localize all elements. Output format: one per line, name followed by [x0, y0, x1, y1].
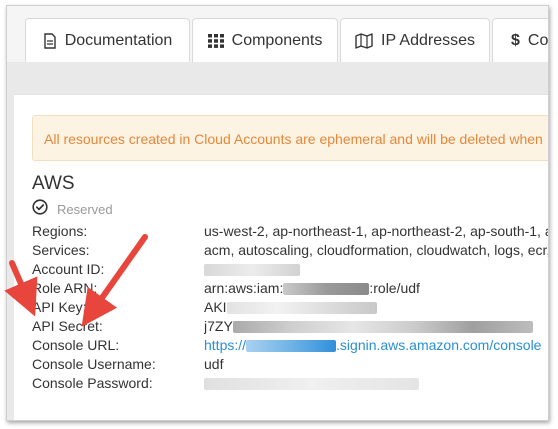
api-secret-prefix: j7ZY [204, 318, 233, 334]
tab-ip-addresses[interactable]: IP Addresses [340, 18, 490, 62]
cloud-title: AWS [32, 173, 75, 194]
detail-label: API Secret: [32, 318, 103, 334]
console-url-link[interactable]: https:// .signin.aws.amazon.com/console [204, 337, 548, 353]
detail-value: j7ZY [204, 318, 548, 334]
status-text: Reserved [57, 202, 113, 217]
tab-label: IP Addresses [381, 31, 475, 49]
account-details: Regions: us-west-2, ap-northeast-1, ap-n… [32, 223, 549, 394]
detail-label: Regions: [32, 223, 88, 239]
tab-documentation[interactable]: Documentation [25, 18, 190, 62]
detail-value [204, 375, 548, 391]
console-url-suffix: .signin.aws.amazon.com/console [336, 337, 542, 353]
ephemeral-alert: All resources created in Cloud Accounts … [32, 115, 548, 161]
tab-label: Co [527, 31, 549, 49]
check-circle-icon [32, 199, 48, 220]
detail-row-account-id: Account ID: [32, 261, 548, 280]
redacted-value [232, 321, 533, 334]
detail-row-console-url: Console URL: https:// .signin.aws.amazon.… [32, 337, 548, 356]
detail-value: acm, autoscaling, cloudformation, cloudw… [204, 242, 549, 258]
grid-icon [207, 33, 224, 48]
detail-row-api-secret: API Secret: j7ZY [32, 318, 548, 337]
detail-label: Console Password: [32, 375, 153, 391]
redacted-value [204, 264, 300, 277]
tab-label: Documentation [64, 31, 173, 49]
detail-label: Console Username: [32, 356, 156, 372]
detail-value: arn:aws:iam: :role/udf [204, 280, 548, 296]
detail-value [204, 261, 548, 277]
detail-row-regions: Regions: us-west-2, ap-northeast-1, ap-n… [32, 223, 549, 242]
detail-value: us-west-2, ap-northeast-1, ap-northeast-… [204, 223, 549, 239]
detail-label: Role ARN: [32, 280, 98, 296]
detail-label: API Key: [32, 299, 87, 315]
redacted-value [246, 340, 337, 353]
redacted-value [226, 302, 377, 315]
redacted-value [204, 378, 419, 391]
detail-row-services: Services: acm, autoscaling, cloudformati… [32, 242, 549, 261]
role-arn-prefix: arn:aws:iam: [204, 280, 284, 296]
detail-value: AKI [204, 299, 548, 315]
reserved-status: Reserved [32, 199, 113, 220]
detail-row-console-username: Console Username: udf [32, 356, 548, 375]
detail-label: Console URL: [32, 337, 120, 353]
redacted-value [283, 283, 370, 296]
tab-costs[interactable]: $ Co [492, 18, 549, 62]
detail-row-console-password: Console Password: [32, 375, 548, 394]
api-key-prefix: AKI [204, 299, 227, 315]
detail-label: Account ID: [32, 261, 105, 277]
detail-label: Services: [32, 242, 90, 258]
detail-row-api-key: API Key: AKI [32, 299, 548, 318]
content-panel: All resources created in Cloud Accounts … [14, 94, 549, 420]
tab-label: Components [231, 31, 323, 49]
browser-frame: Documentation Components IP Addresses $ … [6, 5, 549, 421]
tab-bar: Documentation Components IP Addresses $ … [7, 6, 548, 66]
role-arn-suffix: :role/udf [369, 280, 420, 296]
tab-content-band [7, 62, 548, 94]
document-icon [43, 32, 57, 49]
console-url-prefix: https:// [204, 337, 247, 353]
detail-row-role-arn: Role ARN: arn:aws:iam: :role/udf [32, 280, 548, 299]
tab-components[interactable]: Components [192, 18, 338, 62]
map-icon [355, 32, 373, 49]
dollar-icon: $ [511, 31, 520, 49]
detail-value: udf [204, 356, 224, 372]
